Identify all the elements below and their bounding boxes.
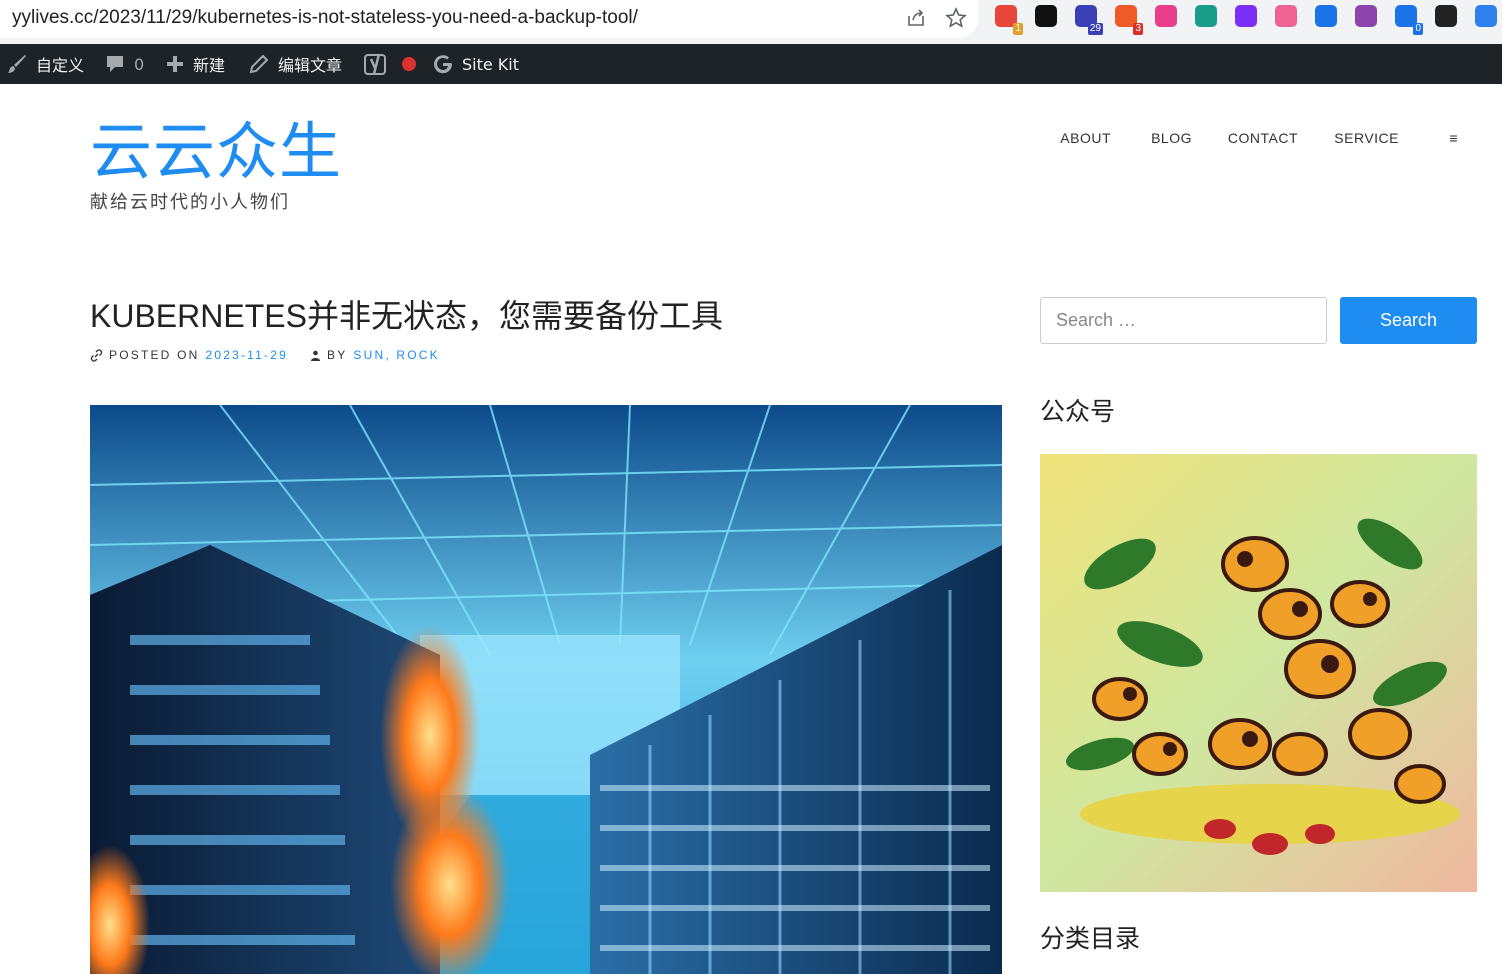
data-center-illustration [90, 405, 1002, 974]
ext-blue-circle-icon[interactable] [1475, 5, 1497, 27]
search-input[interactable] [1040, 297, 1327, 344]
cloud-icon[interactable] [1275, 5, 1297, 27]
wp-admin-bar: 自定义 0 新建 编辑文章 Site Kit [0, 44, 1502, 84]
extension-badge: 1 [1013, 23, 1023, 35]
nav-service[interactable]: SERVICE [1334, 130, 1399, 146]
post-date-link[interactable]: 2023-11-29 [205, 348, 288, 362]
post-title: KUBERNETES并非无状态，您需要备份工具 [90, 298, 723, 334]
ants-illustration [1040, 454, 1477, 892]
author-link[interactable]: SUN, ROCK [353, 348, 439, 362]
site-tagline: 献给云时代的小人物们 [90, 192, 290, 213]
url-text[interactable]: yylives.cc/2023/11/29/kubernetes-is-not-… [12, 7, 638, 29]
ext-green-icon[interactable] [1195, 5, 1217, 27]
yoast-icon [364, 53, 386, 75]
browser-toolbar: yylives.cc/2023/11/29/kubernetes-is-not-… [0, 0, 1502, 44]
nav-contact[interactable]: CONTACT [1228, 130, 1298, 146]
address-bar[interactable]: yylives.cc/2023/11/29/kubernetes-is-not-… [0, 0, 978, 38]
site-kit-link[interactable]: Site Kit [432, 44, 519, 84]
extension-badge: 29 [1087, 23, 1103, 35]
ext-blue-icon[interactable] [1315, 5, 1337, 27]
ext-purple-icon[interactable] [1235, 5, 1257, 27]
link-icon [90, 348, 103, 362]
extension-badge: 0 [1413, 23, 1423, 35]
nav-about[interactable]: ABOUT [1060, 130, 1111, 146]
featured-image [90, 405, 1002, 974]
new-content-link[interactable]: 新建 [165, 44, 225, 84]
edit-post-link[interactable]: 编辑文章 [248, 44, 342, 84]
comments-link[interactable]: 0 [104, 44, 144, 84]
customize-label: 自定义 [36, 56, 85, 75]
notion-icon[interactable] [1035, 5, 1057, 27]
pencil-icon [249, 54, 269, 74]
wechat-qr-image [1040, 454, 1477, 892]
customize-link[interactable]: 自定义 [6, 44, 84, 84]
by-label: BY [326, 348, 348, 362]
site-kit-label: Site Kit [462, 54, 520, 74]
brush-icon [8, 55, 26, 73]
seo-score-indicator [402, 57, 416, 71]
openai-icon[interactable] [1355, 5, 1377, 27]
new-label: 新建 [193, 56, 226, 75]
ext-orange-icon[interactable]: 3 [1115, 5, 1143, 35]
ext-repeat-icon[interactable]: 0 [1395, 5, 1423, 35]
google-g-icon [434, 55, 453, 74]
post-meta: POSTED ON 2023-11-29 BY SUN, ROCK [90, 348, 440, 362]
share-icon[interactable] [905, 7, 927, 29]
edit-post-label: 编辑文章 [278, 56, 343, 75]
comments-count: 0 [134, 54, 145, 74]
graduation-cap-icon[interactable]: 29 [1075, 5, 1103, 35]
plus-icon [167, 56, 183, 72]
chrome-ext-1-icon[interactable]: 1 [995, 5, 1023, 35]
user-icon [310, 350, 320, 361]
search-button[interactable]: Search [1340, 297, 1477, 344]
site-title[interactable]: 云云众生 [90, 116, 342, 188]
posted-on-label: POSTED ON [109, 348, 200, 362]
menu-toggle-icon[interactable]: ≡ [1449, 130, 1458, 146]
bookmark-star-icon[interactable] [945, 7, 967, 29]
nav-blog[interactable]: BLOG [1151, 130, 1192, 146]
widget-title-categories: 分类目录 [1040, 924, 1141, 953]
yoast-seo-menu[interactable] [364, 44, 416, 84]
extension-badge: 3 [1133, 23, 1143, 35]
comment-icon [107, 56, 123, 72]
translate-icon[interactable] [1155, 5, 1177, 27]
ext-dark-icon[interactable] [1435, 5, 1457, 27]
widget-title-wechat: 公众号 [1040, 397, 1116, 426]
